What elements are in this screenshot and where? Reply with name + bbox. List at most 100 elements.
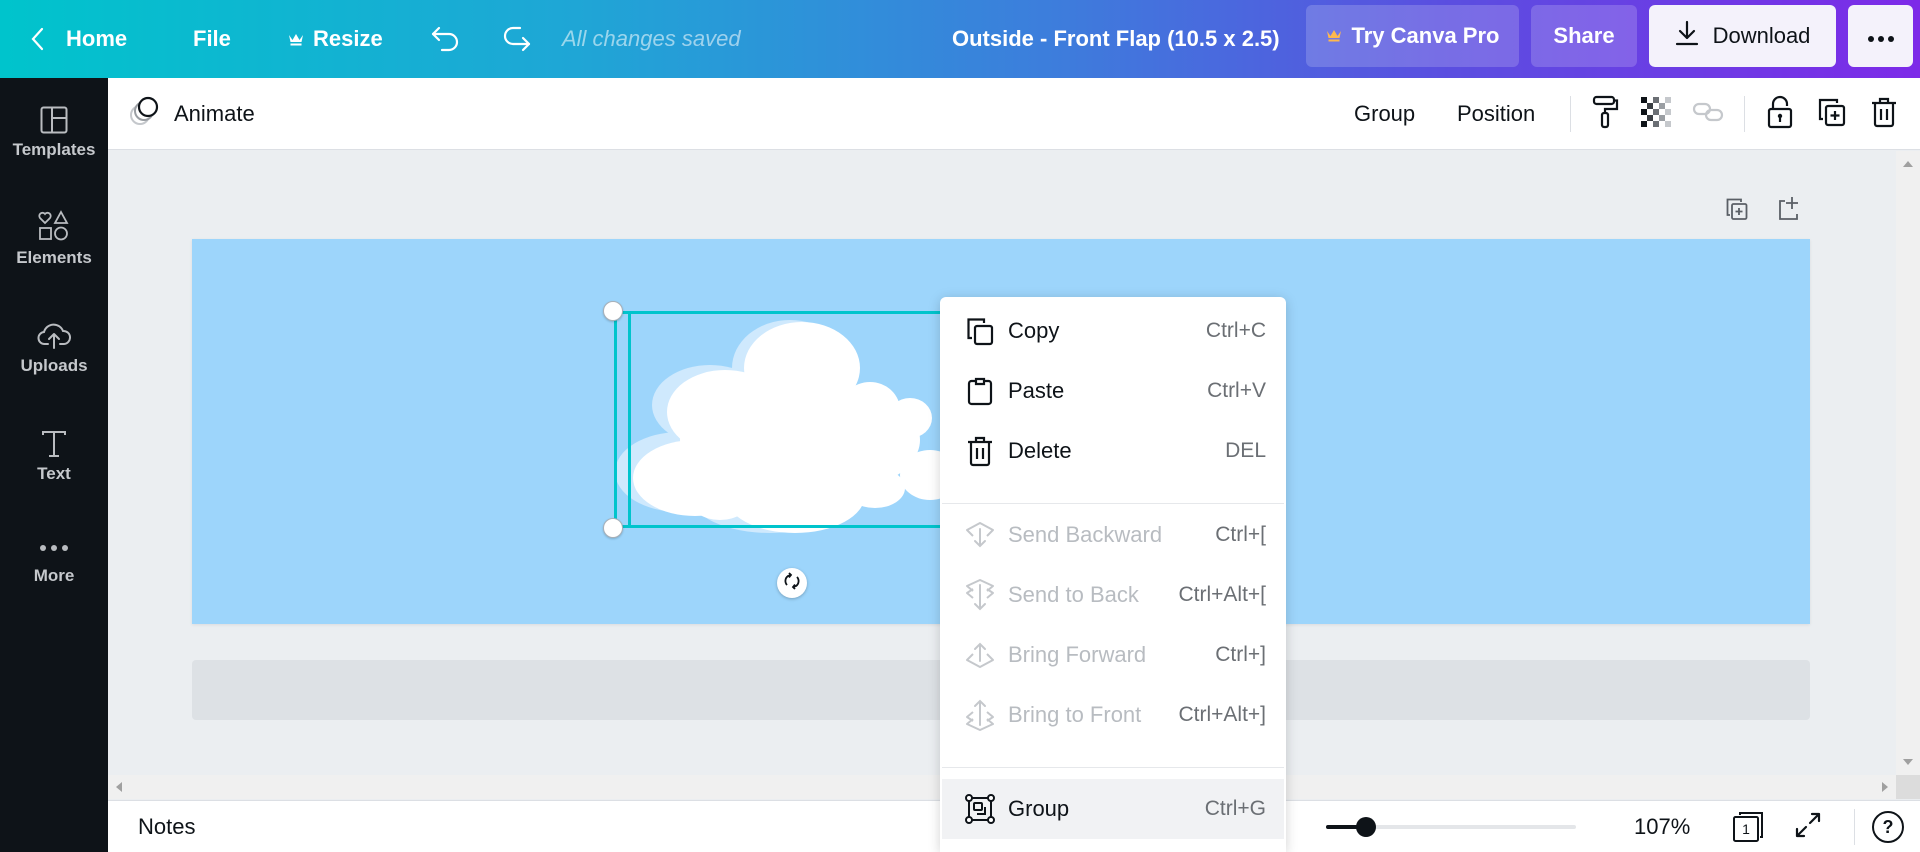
trash-icon: [1870, 96, 1898, 133]
menu-item-shortcut: Ctrl+[: [1215, 523, 1266, 546]
paint-roller-icon: [1592, 95, 1620, 134]
redo-icon: [500, 25, 532, 53]
sidebar-item-elements[interactable]: Elements: [0, 186, 108, 286]
elements-icon: [38, 208, 70, 242]
menu-item-label: Group: [1008, 796, 1070, 821]
group-button[interactable]: Group: [1354, 78, 1415, 150]
duplicate-page-button[interactable]: [1722, 196, 1752, 226]
vertical-scrollbar[interactable]: [1896, 151, 1920, 781]
sidebar-item-uploads[interactable]: Uploads: [0, 294, 108, 394]
link-button[interactable]: [1690, 96, 1726, 132]
try-pro-label: Try Canva Pro: [1351, 23, 1500, 48]
download-icon: [1675, 20, 1699, 52]
zoom-slider[interactable]: [1326, 817, 1576, 837]
zoom-slider-thumb[interactable]: [1356, 817, 1376, 837]
menu-item-copy[interactable]: Copy Ctrl+C: [942, 305, 1284, 357]
rotate-handle[interactable]: [777, 568, 807, 598]
menu-item-delete[interactable]: Delete DEL: [942, 425, 1284, 477]
animate-button[interactable]: Animate: [128, 78, 255, 150]
menu-item-label: Copy: [1008, 318, 1060, 343]
scroll-left-icon[interactable]: [116, 782, 122, 792]
position-label: Position: [1457, 101, 1536, 126]
download-button[interactable]: Download: [1649, 5, 1836, 67]
menu-item-shortcut: Ctrl+]: [1215, 643, 1266, 666]
file-menu-button[interactable]: File: [193, 0, 231, 78]
group-icon: [964, 793, 996, 825]
editor-toolbar: Animate Group Position: [108, 78, 1920, 150]
menu-item-shortcut: DEL: [1225, 439, 1266, 462]
save-status: All changes saved: [562, 26, 741, 51]
menu-item-shortcut: Ctrl+Alt+]: [1178, 703, 1266, 726]
transparency-button[interactable]: [1638, 96, 1674, 132]
sidebar-label: More: [33, 566, 75, 585]
try-canva-pro-button[interactable]: Try Canva Pro: [1306, 5, 1519, 67]
menu-separator: [942, 767, 1284, 768]
menu-item-label: Delete: [1008, 438, 1072, 463]
scroll-right-icon[interactable]: [1882, 782, 1888, 792]
undo-icon: [430, 25, 462, 53]
animate-icon: [128, 95, 162, 133]
menu-item-label: Send Backward: [1008, 522, 1163, 547]
add-page-icon: [1777, 196, 1801, 227]
copy-icon: [964, 315, 996, 347]
more-dots-icon: [1867, 23, 1895, 49]
menu-item-shortcut: Ctrl+C: [1205, 319, 1266, 342]
undo-button[interactable]: [430, 0, 462, 78]
bring-to-front-icon: [964, 699, 996, 731]
resize-handle-bottom-left[interactable]: [603, 518, 623, 538]
menu-item-send-to-back[interactable]: Send to Back Ctrl+Alt+[: [942, 569, 1284, 621]
sidebar: Templates Elements Uploads Text More: [0, 78, 108, 852]
send-to-back-icon: [964, 579, 996, 611]
expand-icon: [1794, 811, 1822, 844]
position-button[interactable]: Position: [1457, 78, 1535, 150]
selection-box: [614, 311, 954, 528]
redo-button[interactable]: [500, 0, 532, 78]
sidebar-item-text[interactable]: Text: [0, 402, 108, 502]
zoom-percentage[interactable]: 107%: [1634, 801, 1690, 852]
paste-icon: [964, 375, 996, 407]
link-icon: [1692, 101, 1724, 128]
home-label: Home: [66, 26, 128, 51]
sidebar-item-templates[interactable]: Templates: [0, 78, 108, 178]
crown-icon: [1326, 23, 1342, 49]
sidebar-item-more[interactable]: More: [0, 510, 108, 610]
fullscreen-button[interactable]: [1790, 809, 1826, 845]
download-label: Download: [1712, 23, 1811, 48]
duplicate-button[interactable]: [1814, 96, 1850, 132]
more-options-button[interactable]: [1848, 5, 1913, 67]
top-header: Home File Resize All changes saved Outsi…: [0, 0, 1920, 78]
menu-separator: [942, 503, 1284, 504]
copy-style-button[interactable]: [1588, 95, 1624, 134]
help-button[interactable]: ?: [1870, 809, 1906, 845]
scrollbar-corner: [1896, 775, 1920, 799]
menu-item-shortcut: Ctrl+Alt+[: [1178, 583, 1266, 606]
share-label: Share: [1553, 23, 1615, 48]
duplicate-icon: [1817, 97, 1847, 132]
menu-item-send-backward[interactable]: Send Backward Ctrl+[: [942, 509, 1284, 561]
menu-item-paste[interactable]: Paste Ctrl+V: [942, 365, 1284, 417]
rotate-icon: [783, 571, 801, 595]
templates-icon: [40, 100, 68, 134]
notes-label: Notes: [138, 814, 196, 839]
page-count: 1: [1742, 821, 1750, 837]
menu-item-bring-forward[interactable]: Bring Forward Ctrl+]: [942, 629, 1284, 681]
delete-button[interactable]: [1866, 96, 1902, 132]
page-count-button[interactable]: 1: [1730, 809, 1766, 845]
scroll-up-icon[interactable]: [1903, 161, 1913, 167]
sidebar-label: Uploads: [20, 356, 88, 375]
trash-icon: [964, 435, 996, 467]
menu-item-label: Bring to Front: [1008, 702, 1142, 727]
home-button[interactable]: Home: [30, 0, 127, 78]
sidebar-label: Elements: [16, 248, 92, 267]
document-title[interactable]: Outside - Front Flap (10.5 x 2.5): [952, 0, 1280, 78]
menu-item-bring-to-front[interactable]: Bring to Front Ctrl+Alt+]: [942, 689, 1284, 741]
text-icon: [41, 424, 67, 458]
menu-item-group[interactable]: Group Ctrl+G: [942, 779, 1284, 839]
scroll-down-icon[interactable]: [1903, 759, 1913, 765]
resize-button[interactable]: Resize: [288, 0, 383, 78]
notes-button[interactable]: Notes: [138, 801, 195, 852]
resize-handle-top-left[interactable]: [603, 301, 623, 321]
lock-button[interactable]: [1762, 95, 1798, 132]
share-button[interactable]: Share: [1531, 5, 1637, 67]
add-page-button[interactable]: [1774, 196, 1804, 226]
